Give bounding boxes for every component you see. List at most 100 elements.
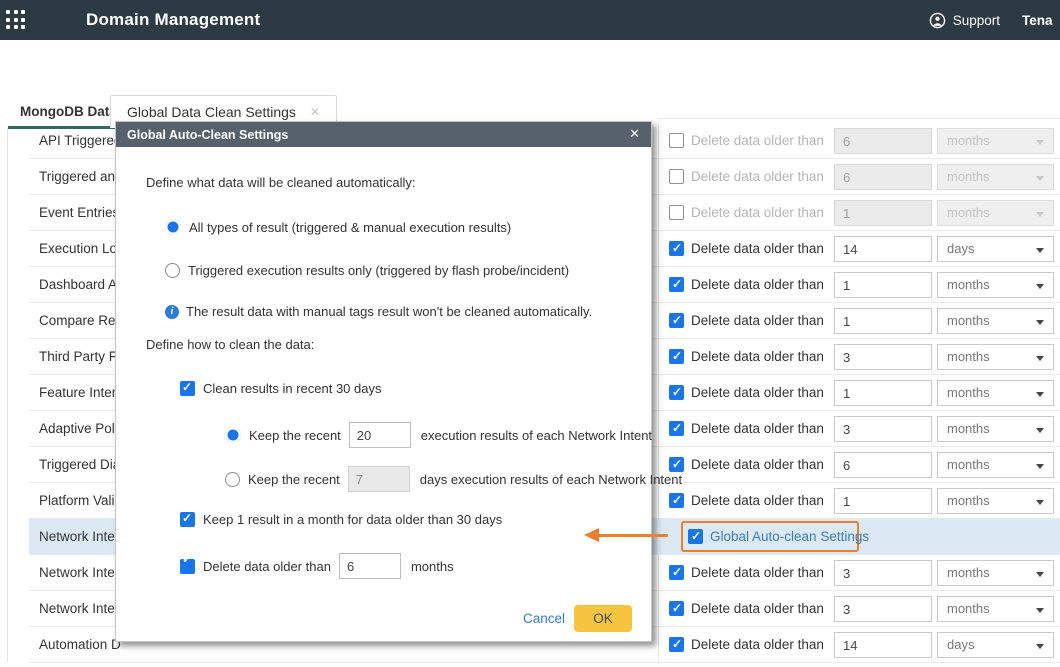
retention-unit-select[interactable]: months bbox=[937, 200, 1054, 226]
delete-older-checkbox[interactable] bbox=[180, 559, 195, 574]
keep-count-input[interactable] bbox=[349, 422, 411, 448]
delete-data-checkbox[interactable] bbox=[669, 133, 684, 148]
delete-data-checkbox[interactable] bbox=[669, 205, 684, 220]
chevron-down-icon bbox=[1036, 176, 1044, 181]
retention-value-input[interactable] bbox=[834, 308, 932, 334]
retention-value-input[interactable] bbox=[834, 128, 932, 154]
app-grid-icon[interactable] bbox=[6, 10, 26, 30]
data-type-label: API Triggered bbox=[39, 123, 122, 158]
retention-unit-value: months bbox=[947, 493, 990, 508]
data-type-label: Compare Res bbox=[39, 303, 122, 338]
retention-value-input[interactable] bbox=[834, 452, 932, 478]
data-type-label: Event Entries bbox=[39, 195, 119, 230]
radio-row-all-types: All types of result (triggered & manual … bbox=[165, 219, 700, 235]
checkbox-row-keep-one: Keep 1 result in a month for data older … bbox=[180, 512, 715, 527]
tab-close-icon[interactable]: ✕ bbox=[310, 105, 320, 119]
data-type-label: Dashboard Ad bbox=[39, 267, 125, 302]
retention-unit-select[interactable]: months bbox=[937, 272, 1054, 298]
retention-unit-select[interactable]: months bbox=[937, 344, 1054, 370]
retention-value-input[interactable] bbox=[834, 236, 932, 262]
retention-value-input[interactable] bbox=[834, 596, 932, 622]
radio-row-keep-days: Keep the recent days execution results o… bbox=[225, 466, 760, 492]
retention-unit-select[interactable]: months bbox=[937, 164, 1054, 190]
modal-title: Global Auto-Clean Settings bbox=[127, 128, 288, 142]
retention-unit-select[interactable]: days bbox=[937, 236, 1054, 262]
retention-unit-value: months bbox=[947, 385, 990, 400]
retention-unit-value: months bbox=[947, 169, 990, 184]
keep-one-checkbox[interactable] bbox=[180, 512, 195, 527]
modal-close-icon[interactable]: ✕ bbox=[629, 126, 640, 142]
info-text: The result data with manual tags result … bbox=[186, 304, 592, 319]
delete-data-label: Delete data older than bbox=[691, 231, 824, 266]
retention-value-input[interactable] bbox=[834, 632, 932, 658]
retention-value-input[interactable] bbox=[834, 488, 932, 514]
global-auto-clean-checkbox[interactable] bbox=[688, 529, 703, 544]
delete-data-label: Delete data older than bbox=[691, 267, 824, 302]
delete-data-checkbox[interactable] bbox=[669, 493, 684, 508]
section-how-label: Define how to clean the data: bbox=[146, 337, 681, 352]
data-type-label: Third Party Fl bbox=[39, 339, 120, 374]
keep-one-label: Keep 1 result in a month for data older … bbox=[203, 512, 502, 527]
chevron-down-icon bbox=[1036, 392, 1044, 397]
delete-data-checkbox[interactable] bbox=[669, 637, 684, 652]
clean-recent-checkbox[interactable] bbox=[180, 381, 195, 396]
delete-older-input[interactable] bbox=[339, 553, 401, 579]
keep-days-input bbox=[348, 466, 410, 492]
radio-keep-count[interactable] bbox=[225, 427, 241, 443]
chevron-down-icon bbox=[1036, 572, 1044, 577]
retention-unit-select[interactable]: days bbox=[937, 632, 1054, 658]
retention-unit-select[interactable]: months bbox=[937, 596, 1054, 622]
radio-row-keep-count: Keep the recent execution results of eac… bbox=[225, 422, 760, 448]
retention-unit-value: months bbox=[947, 313, 990, 328]
retention-unit-select[interactable]: months bbox=[937, 128, 1054, 154]
retention-unit-value: months bbox=[947, 421, 990, 436]
global-auto-clean-settings-modal: Global Auto-Clean Settings ✕ Define what… bbox=[115, 121, 652, 642]
retention-unit-select[interactable]: months bbox=[937, 416, 1054, 442]
retention-value-input[interactable] bbox=[834, 560, 932, 586]
section-what-label: Define what data will be cleaned automat… bbox=[146, 175, 681, 190]
retention-value-input[interactable] bbox=[834, 416, 932, 442]
keep-days-suffix: days execution results of each Network I… bbox=[420, 472, 682, 487]
clean-recent-label: Clean results in recent 30 days bbox=[203, 381, 381, 396]
radio-triggered-only[interactable] bbox=[165, 263, 180, 278]
keep-count-suffix: execution results of each Network Intent bbox=[421, 428, 652, 443]
retention-unit-select[interactable]: months bbox=[937, 308, 1054, 334]
tenant-label[interactable]: Tena bbox=[1022, 13, 1054, 28]
row-controls: Delete data older than months bbox=[658, 303, 1060, 338]
retention-unit-value: months bbox=[947, 277, 990, 292]
delete-data-label: Delete data older than bbox=[691, 159, 824, 194]
retention-unit-select[interactable]: months bbox=[937, 488, 1054, 514]
delete-older-prefix: Delete data older than bbox=[203, 559, 331, 574]
retention-unit-select[interactable]: months bbox=[937, 560, 1054, 586]
retention-value-input[interactable] bbox=[834, 380, 932, 406]
subtab-mongodb-data[interactable]: MongoDB Data bbox=[20, 104, 117, 119]
chevron-down-icon bbox=[1036, 500, 1044, 505]
retention-value-input[interactable] bbox=[834, 200, 932, 226]
chevron-down-icon bbox=[1036, 356, 1044, 361]
retention-value-input[interactable] bbox=[834, 344, 932, 370]
support-link[interactable]: Support bbox=[929, 12, 1000, 29]
delete-data-checkbox[interactable] bbox=[669, 277, 684, 292]
ok-button[interactable]: OK bbox=[574, 605, 632, 632]
delete-data-checkbox[interactable] bbox=[669, 601, 684, 616]
retention-unit-select[interactable]: months bbox=[937, 380, 1054, 406]
retention-value-input[interactable] bbox=[834, 272, 932, 298]
retention-unit-select[interactable]: months bbox=[937, 452, 1054, 478]
delete-data-label: Delete data older than bbox=[691, 195, 824, 230]
table-top-border bbox=[658, 118, 1060, 119]
modal-header[interactable]: Global Auto-Clean Settings ✕ bbox=[116, 122, 651, 147]
radio-keep-days[interactable] bbox=[225, 472, 240, 487]
radio-all-types[interactable] bbox=[165, 219, 181, 235]
data-type-label: Network Inter bbox=[39, 555, 119, 590]
delete-data-checkbox[interactable] bbox=[669, 241, 684, 256]
cancel-button[interactable]: Cancel bbox=[523, 611, 565, 626]
retention-value-input[interactable] bbox=[834, 164, 932, 190]
retention-unit-value: months bbox=[947, 133, 990, 148]
support-label: Support bbox=[953, 13, 1000, 28]
table-left-border bbox=[7, 128, 8, 662]
data-type-label: Feature Inten bbox=[39, 375, 119, 410]
app-header: Domain Management Support Tena bbox=[0, 0, 1060, 40]
delete-data-label: Delete data older than bbox=[691, 591, 824, 626]
row-controls: Global Auto-clean Settings bbox=[658, 519, 1060, 554]
global-auto-clean-settings-link[interactable]: Global Auto-clean Settings bbox=[710, 519, 869, 554]
